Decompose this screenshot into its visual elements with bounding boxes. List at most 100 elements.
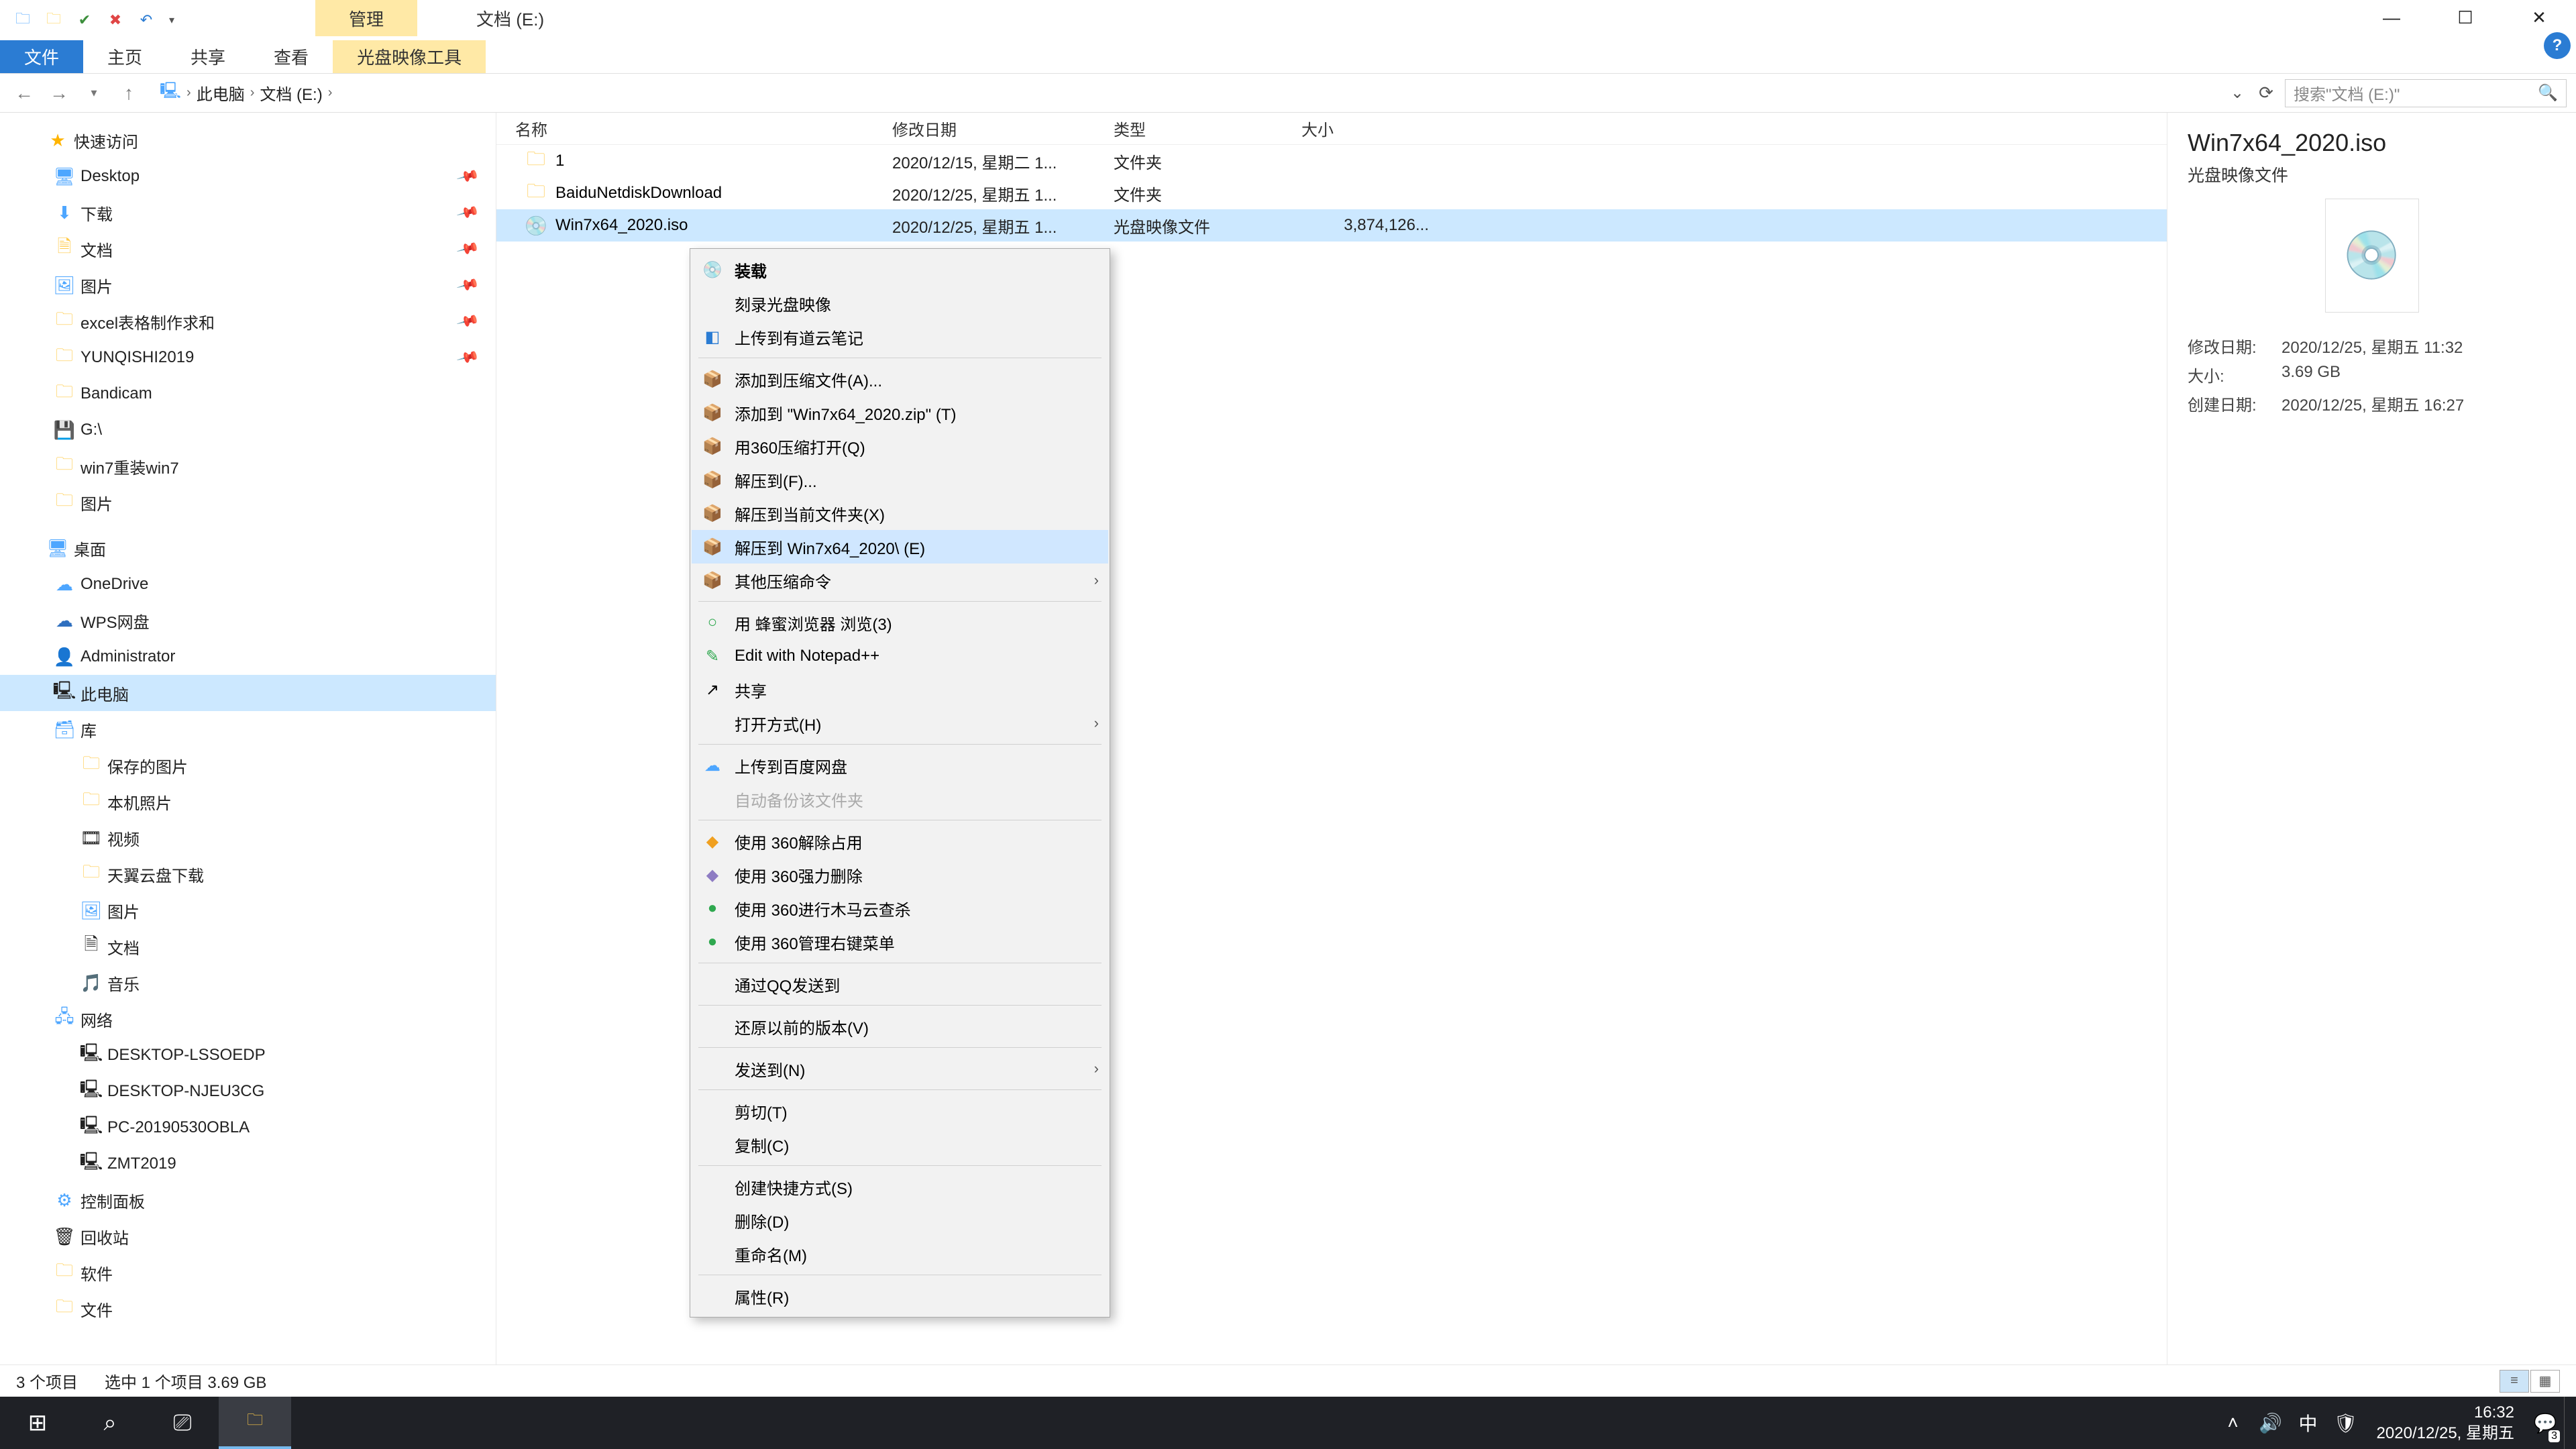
ctx-extract-here[interactable]: 📦解压到当前文件夹(X): [692, 496, 1108, 530]
crumb-drive[interactable]: 文档 (E:): [260, 81, 322, 105]
tree-item[interactable]: 🎵音乐: [0, 965, 496, 1001]
tree-item[interactable]: 🎞视频: [0, 820, 496, 856]
ctx-notepadpp[interactable]: ✎Edit with Notepad++: [692, 639, 1108, 673]
history-dropdown[interactable]: ▾: [79, 78, 109, 108]
help-icon[interactable]: ?: [2544, 32, 2571, 59]
tree-item[interactable]: 🗀软件: [0, 1254, 496, 1291]
ctx-shortcut[interactable]: 创建快捷方式(S): [692, 1170, 1108, 1203]
back-button[interactable]: ←: [9, 78, 39, 108]
ctx-qq-send[interactable]: 通过QQ发送到: [692, 967, 1108, 1001]
tree-item[interactable]: 👤Administrator: [0, 639, 496, 675]
tree-item[interactable]: 🖼图片📌: [0, 267, 496, 303]
file-row-selected[interactable]: 💿Win7x64_2020.iso 2020/12/25, 星期五 1... 光…: [496, 209, 2167, 241]
tray-overflow[interactable]: ˄: [2214, 1397, 2252, 1449]
ctx-share[interactable]: ↗共享: [692, 673, 1108, 706]
col-name[interactable]: 名称: [496, 117, 892, 140]
close-button[interactable]: ✕: [2502, 0, 2576, 35]
ctx-mount[interactable]: 💿装载: [692, 253, 1108, 286]
volume-icon[interactable]: 🔊: [2252, 1397, 2290, 1449]
tree-item[interactable]: ⚙控制面板: [0, 1182, 496, 1218]
qat-check-icon[interactable]: ✔: [71, 7, 98, 34]
tree-item[interactable]: 🗀win7重装win7: [0, 448, 496, 484]
ctx-360-unlock[interactable]: ◆使用 360解除占用: [692, 824, 1108, 858]
ctx-properties[interactable]: 属性(R): [692, 1279, 1108, 1313]
ctx-send-to[interactable]: 发送到(N)›: [692, 1052, 1108, 1085]
search-input[interactable]: 搜索"文档 (E:)" 🔍: [2285, 79, 2567, 107]
taskbar-clock[interactable]: 16:32 2020/12/25, 星期五: [2365, 1402, 2526, 1444]
qat-customize-dropdown[interactable]: ▾: [164, 7, 180, 34]
file-row[interactable]: 🗀BaiduNetdiskDownload 2020/12/25, 星期五 1.…: [496, 177, 2167, 209]
tree-item[interactable]: ⬇下载📌: [0, 195, 496, 231]
ctx-rename[interactable]: 重命名(M): [692, 1237, 1108, 1271]
tree-item[interactable]: 🗑回收站: [0, 1218, 496, 1254]
ctx-open-360[interactable]: 📦用360压缩打开(Q): [692, 429, 1108, 463]
maximize-button[interactable]: ☐: [2428, 0, 2502, 35]
tree-item[interactable]: 🗀图片: [0, 484, 496, 521]
taskbar-explorer[interactable]: 🗀: [219, 1397, 291, 1449]
tree-item[interactable]: 🖳DESKTOP-LSSOEDP: [0, 1037, 496, 1073]
tree-item[interactable]: 🗀文件: [0, 1291, 496, 1327]
tree-item[interactable]: ☁WPS网盘: [0, 602, 496, 639]
tree-item[interactable]: 🗀excel表格制作求和📌: [0, 303, 496, 339]
tree-item[interactable]: 💾G:\: [0, 412, 496, 448]
crumb-this-pc[interactable]: 此电脑: [197, 81, 245, 105]
tree-item[interactable]: ☁OneDrive: [0, 566, 496, 602]
action-center-icon[interactable]: 💬3: [2526, 1397, 2564, 1449]
view-details-button[interactable]: ≡: [2500, 1370, 2529, 1393]
ctx-restore[interactable]: 还原以前的版本(V): [692, 1010, 1108, 1043]
tab-disc-tools[interactable]: 光盘映像工具: [333, 40, 486, 73]
ctx-fengmi[interactable]: ○用 蜂蜜浏览器 浏览(3): [692, 606, 1108, 639]
col-type[interactable]: 类型: [1114, 117, 1301, 140]
forward-button[interactable]: →: [44, 78, 74, 108]
ctx-baidu[interactable]: ☁上传到百度网盘: [692, 749, 1108, 782]
ctx-extract-named[interactable]: 📦解压到 Win7x64_2020\ (E): [692, 530, 1108, 564]
tree-item[interactable]: 🖳PC-20190530OBLA: [0, 1110, 496, 1146]
ctx-other-zip[interactable]: 📦其他压缩命令›: [692, 564, 1108, 597]
tree-item[interactable]: 🗀天翼云盘下载: [0, 856, 496, 892]
ctx-youdao[interactable]: ◧上传到有道云笔记: [692, 320, 1108, 354]
ctx-burn[interactable]: 刻录光盘映像: [692, 286, 1108, 320]
tree-item[interactable]: 🖳DESKTOP-NJEU3CG: [0, 1073, 496, 1110]
file-row[interactable]: 🗀1 2020/12/15, 星期二 1... 文件夹: [496, 145, 2167, 177]
col-date[interactable]: 修改日期: [892, 117, 1114, 140]
ctx-360-trojan[interactable]: ●使用 360进行木马云查杀: [692, 892, 1108, 925]
tree-item[interactable]: 🖳ZMT2019: [0, 1146, 496, 1182]
ime-icon[interactable]: 中: [2290, 1397, 2327, 1449]
ctx-add-archive[interactable]: 📦添加到压缩文件(A)...: [692, 362, 1108, 396]
ctx-360-delete[interactable]: ◆使用 360强力删除: [692, 858, 1108, 892]
tree-network[interactable]: 🖧网络: [0, 1001, 496, 1037]
ctx-extract-to[interactable]: 📦解压到(F)...: [692, 463, 1108, 496]
tab-home[interactable]: 主页: [83, 40, 166, 73]
tree-this-pc[interactable]: 🖳此电脑: [0, 675, 496, 711]
ctx-cut[interactable]: 剪切(T): [692, 1094, 1108, 1128]
minimize-button[interactable]: —: [2355, 0, 2428, 35]
view-icons-button[interactable]: ▦: [2530, 1370, 2560, 1393]
tree-item[interactable]: 🗀保存的图片: [0, 747, 496, 784]
tree-quick-access[interactable]: ★快速访问: [0, 122, 496, 158]
ctx-add-zip[interactable]: 📦添加到 "Win7x64_2020.zip" (T): [692, 396, 1108, 429]
tab-file[interactable]: 文件: [0, 40, 83, 73]
tree-item[interactable]: 🖼图片: [0, 892, 496, 928]
tab-view[interactable]: 查看: [250, 40, 333, 73]
qat-delete-icon[interactable]: ✖: [102, 7, 129, 34]
show-desktop-button[interactable]: [2564, 1397, 2576, 1449]
ctx-360-manager[interactable]: ●使用 360管理右键菜单: [692, 925, 1108, 959]
tree-item[interactable]: 🗎文档📌: [0, 231, 496, 267]
start-button[interactable]: ⊞: [1, 1397, 74, 1449]
col-size[interactable]: 大小: [1301, 117, 1449, 140]
qat-properties-icon[interactable]: 🗀: [40, 7, 67, 34]
ctx-delete[interactable]: 删除(D): [692, 1203, 1108, 1237]
up-button[interactable]: ↑: [114, 78, 144, 108]
tree-item[interactable]: 🗀本机照片: [0, 784, 496, 820]
task-view-button[interactable]: ⎚: [146, 1397, 219, 1449]
ctx-open-with[interactable]: 打开方式(H)›: [692, 706, 1108, 740]
tree-item[interactable]: 🗀YUNQISHI2019📌: [0, 339, 496, 376]
tree-item[interactable]: 🗎文档: [0, 928, 496, 965]
address-dropdown[interactable]: ⌄: [2227, 83, 2247, 103]
tab-share[interactable]: 共享: [166, 40, 250, 73]
ctx-copy[interactable]: 复制(C): [692, 1128, 1108, 1161]
tree-item[interactable]: 🗀Bandicam: [0, 376, 496, 412]
tree-desktop[interactable]: 🖥桌面: [0, 530, 496, 566]
defender-icon[interactable]: 🛡: [2327, 1397, 2365, 1449]
search-button[interactable]: ⌕: [74, 1397, 146, 1449]
